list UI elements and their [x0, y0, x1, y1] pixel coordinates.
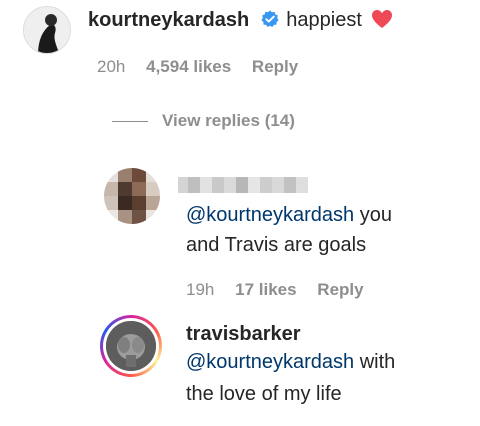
reply-text-line2: and Travis are goals: [186, 234, 367, 256]
mention-link[interactable]: @kourtneykardash: [186, 204, 354, 226]
comment-text: happiest: [286, 9, 362, 31]
comment-time: 20h: [97, 57, 126, 76]
pixelated-avatar-image: [104, 168, 160, 224]
blurred-user-avatar[interactable]: [104, 168, 160, 224]
reply-1-text: @kourtneykardash you and Travis are goal…: [186, 200, 446, 260]
verified-badge-icon: [261, 10, 279, 34]
avatar-photo: [24, 7, 70, 53]
view-replies-button[interactable]: View replies (14): [162, 111, 295, 131]
reply-text-line2: the love of my life: [186, 383, 342, 405]
comment-username[interactable]: kourtneykardash: [88, 9, 249, 31]
kourtneykardash-avatar[interactable]: [23, 6, 71, 54]
main-comment-meta: 20h 4,594 likes Reply: [97, 57, 314, 77]
reply-text-rest: with: [354, 351, 396, 373]
reply-2-text: @kourtneykardash with the love of my lif…: [186, 346, 456, 410]
travisbarker-avatar[interactable]: [100, 315, 162, 377]
pixelated-username-image: [178, 177, 308, 193]
reply-button[interactable]: Reply: [317, 280, 363, 299]
replies-divider: [112, 121, 148, 122]
reply-time: 19h: [186, 280, 215, 299]
reply-button[interactable]: Reply: [252, 57, 298, 76]
main-comment-line: kourtneykardash happiest: [88, 8, 393, 35]
reply-1-meta: 19h 17 likes Reply: [186, 280, 380, 300]
red-heart-icon: [371, 9, 393, 35]
comment-likes[interactable]: 4,594 likes: [146, 57, 231, 76]
blurred-username[interactable]: [178, 175, 310, 195]
avatar-photo: [106, 321, 156, 371]
reply-text-rest: you: [354, 204, 392, 226]
reply-likes[interactable]: 17 likes: [235, 280, 296, 299]
reply-username[interactable]: travisbarker: [186, 322, 301, 346]
mention-link[interactable]: @kourtneykardash: [186, 351, 354, 373]
